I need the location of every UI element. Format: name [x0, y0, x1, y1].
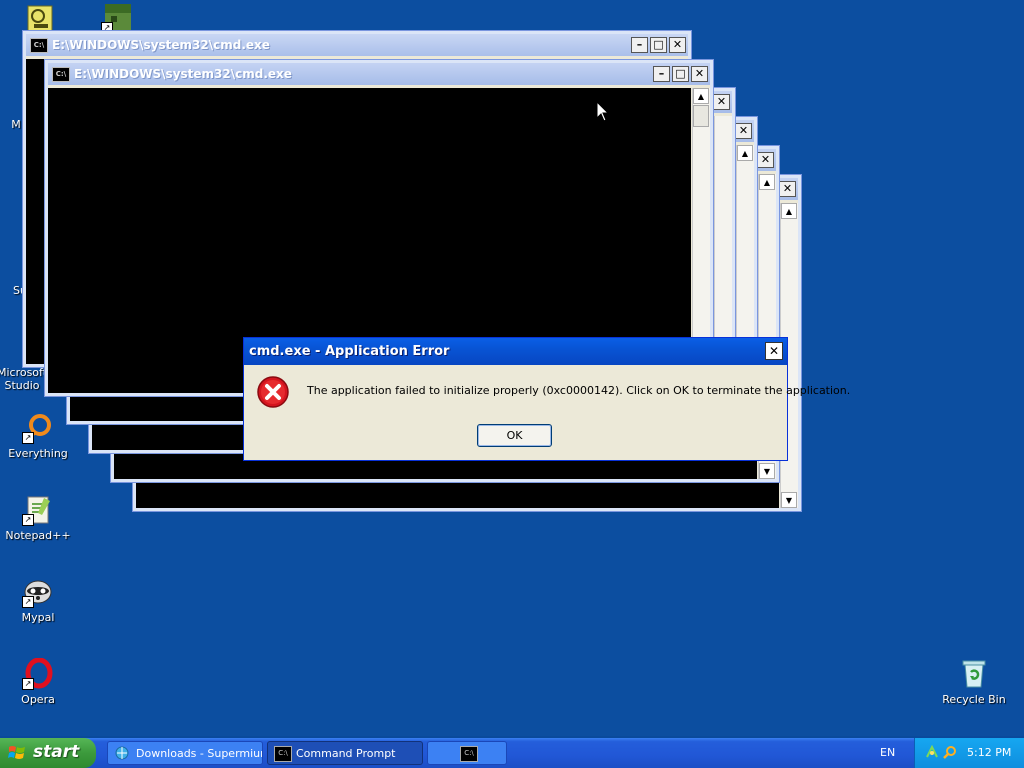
- desktop-icon-opera[interactable]: ↗ Opera: [0, 657, 76, 706]
- close-button[interactable]: ✕: [669, 37, 686, 53]
- scroll-up-arrow-icon[interactable]: ▲: [693, 88, 709, 104]
- cmd-icon: C:\: [274, 746, 292, 762]
- desktop-icon-notepadpp[interactable]: ↗ Notepad++: [0, 494, 76, 542]
- start-label: start: [33, 742, 80, 762]
- desktop-icon-label: Notepad++: [5, 529, 71, 542]
- scroll-thumb[interactable]: [693, 105, 709, 127]
- browser-icon: [115, 746, 129, 760]
- close-button[interactable]: ✕: [779, 181, 796, 197]
- window-title: E:\WINDOWS\system32\cmd.exe: [52, 38, 270, 52]
- desktop-icon-label: Mypal: [21, 611, 55, 624]
- desktop-icon-label: Opera: [21, 693, 55, 706]
- scroll-up-arrow-icon[interactable]: ▲: [737, 145, 753, 161]
- recycle-bin-icon: [958, 658, 990, 690]
- scroll-down-arrow-icon[interactable]: ▼: [781, 492, 797, 508]
- desktop-icon-label: Recycle Bin: [942, 693, 1006, 706]
- opera-icon: ↗: [22, 657, 54, 690]
- shortcut-arrow-icon: ↗: [22, 432, 34, 444]
- cmd-window-titlebar[interactable]: C:\ E:\WINDOWS\system32\cmd.exe – □ ✕: [48, 63, 710, 85]
- minimize-button[interactable]: –: [653, 66, 670, 82]
- system-tray: 5:12 PM: [914, 738, 1024, 768]
- shortcut-arrow-icon: ↗: [22, 678, 34, 690]
- desktop-icon-recycle-bin[interactable]: Recycle Bin: [936, 658, 1012, 706]
- everything-icon: ↗: [22, 412, 54, 444]
- window-title: E:\WINDOWS\system32\cmd.exe: [74, 67, 292, 81]
- notepadpp-icon: ↗: [22, 494, 54, 526]
- taskbar-item-downloads-supermium[interactable]: Downloads - Supermium: [107, 741, 263, 765]
- start-button[interactable]: start: [0, 738, 96, 768]
- shortcut-arrow-icon: ↗: [22, 596, 34, 608]
- shortcut-arrow-icon: ↗: [22, 514, 34, 526]
- taskbar-item-cmd[interactable]: C:\: [427, 741, 507, 765]
- mypal-icon: ↗: [22, 576, 54, 608]
- windows-logo-icon: [8, 746, 25, 759]
- network-icon[interactable]: [925, 745, 939, 759]
- mouse-cursor-icon: [596, 100, 610, 127]
- maximize-button[interactable]: □: [672, 66, 689, 82]
- dialog-title: cmd.exe - Application Error: [249, 344, 450, 359]
- taskbar-item-command-prompt[interactable]: C:\ Command Prompt: [267, 741, 423, 765]
- scroll-up-arrow-icon[interactable]: ▲: [759, 174, 775, 190]
- dialog-titlebar[interactable]: cmd.exe - Application Error ✕: [244, 338, 787, 365]
- cmd-icon: C:\: [52, 67, 70, 82]
- language-indicator[interactable]: EN: [880, 738, 895, 768]
- ok-button[interactable]: OK: [477, 424, 552, 447]
- maximize-button[interactable]: □: [650, 37, 667, 53]
- taskbar: start Downloads - Supermium C:\ Command …: [0, 738, 1024, 768]
- close-button[interactable]: ✕: [713, 94, 730, 110]
- close-button[interactable]: ✕: [735, 123, 752, 139]
- scroll-down-arrow-icon[interactable]: ▼: [759, 463, 775, 479]
- cmd-window-titlebar[interactable]: C:\ E:\WINDOWS\system32\cmd.exe – □ ✕: [26, 34, 688, 56]
- error-dialog[interactable]: cmd.exe - Application Error ✕ The applic…: [243, 337, 850, 461]
- close-button[interactable]: ✕: [757, 152, 774, 168]
- minimize-button[interactable]: –: [631, 37, 648, 53]
- window-controls: – □ ✕: [651, 66, 708, 88]
- error-message: The application failed to initialize pro…: [307, 384, 851, 397]
- search-icon[interactable]: [943, 745, 957, 759]
- close-button[interactable]: ✕: [691, 66, 708, 82]
- desktop-icon-mypal[interactable]: ↗ Mypal: [0, 576, 76, 624]
- taskbar-item-label: Downloads - Supermium: [136, 747, 263, 760]
- cmd-icon: C:\: [460, 746, 478, 762]
- taskbar-item-label: Command Prompt: [296, 747, 396, 760]
- scroll-up-arrow-icon[interactable]: ▲: [781, 203, 797, 219]
- desktop: M ↗ M Su Microsoft Studio ↗ Everything ↗…: [0, 0, 1024, 736]
- desktop-icon-label: Everything: [8, 447, 68, 460]
- desktop-icon-everything[interactable]: ↗ Everything: [0, 412, 76, 460]
- cmd-icon: C:\: [30, 38, 48, 53]
- clock[interactable]: 5:12 PM: [967, 738, 1011, 768]
- window-controls: – □ ✕: [629, 37, 686, 59]
- dialog-close-button[interactable]: ✕: [765, 342, 783, 360]
- error-icon: [256, 375, 290, 409]
